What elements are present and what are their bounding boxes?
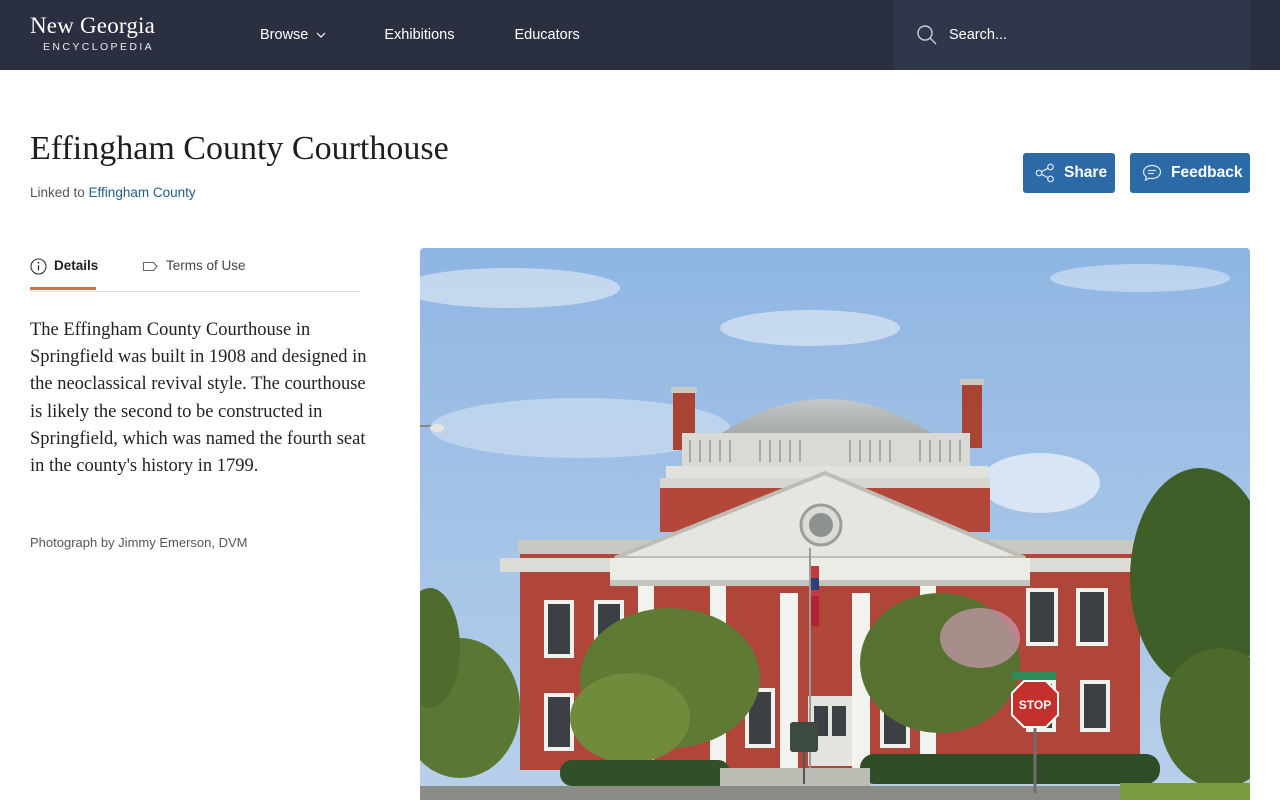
search-box[interactable] — [894, 0, 1250, 70]
search-icon — [917, 25, 937, 45]
tab-terms-of-use[interactable]: Terms of Use — [142, 258, 246, 290]
tag-icon — [142, 261, 158, 272]
stop-sign-text: STOP — [1019, 698, 1051, 712]
photo-credit: Photograph by Jimmy Emerson, DVM — [30, 535, 248, 550]
info-icon — [30, 258, 47, 275]
search-input[interactable] — [949, 27, 1209, 43]
tab-details[interactable]: Details — [30, 258, 98, 290]
content-tabs: Details Terms of Use — [30, 250, 360, 292]
top-navigation-bar: New Georgia ENCYCLOPEDIA Browse Exhibiti… — [0, 0, 1280, 70]
page-title: Effingham County Courthouse — [30, 130, 449, 167]
nav-browse-label: Browse — [260, 27, 309, 43]
nav-browse[interactable]: Browse — [260, 27, 326, 43]
feedback-button[interactable]: Feedback — [1130, 153, 1250, 193]
site-logo[interactable]: New Georgia ENCYCLOPEDIA — [30, 13, 180, 54]
nav-educators[interactable]: Educators — [514, 27, 579, 43]
share-icon — [1035, 163, 1054, 183]
courthouse-photo-graphic: STOP — [420, 248, 1250, 800]
image-description: The Effingham County Courthouse in Sprin… — [30, 320, 367, 477]
nav-exhibitions[interactable]: Exhibitions — [384, 27, 454, 43]
chevron-down-icon — [316, 32, 326, 38]
tab-details-label: Details — [54, 258, 99, 273]
feedback-label: Feedback — [1171, 164, 1243, 181]
main-nav: Browse Exhibitions Educators — [260, 0, 580, 70]
tab-terms-label: Terms of Use — [166, 258, 246, 273]
linked-county-link[interactable]: Effingham County — [89, 185, 196, 200]
speech-bubble-icon — [1142, 164, 1162, 182]
active-tab-indicator — [30, 287, 96, 290]
share-button[interactable]: Share — [1023, 153, 1115, 193]
share-label: Share — [1064, 164, 1108, 181]
courthouse-photo[interactable]: STOP — [420, 248, 1250, 800]
linked-prefix: Linked to — [30, 185, 89, 200]
logo-subtitle: ENCYCLOPEDIA — [43, 41, 155, 53]
linked-to: Linked to Effingham County — [30, 185, 196, 200]
logo-title: New Georgia — [30, 13, 156, 38]
